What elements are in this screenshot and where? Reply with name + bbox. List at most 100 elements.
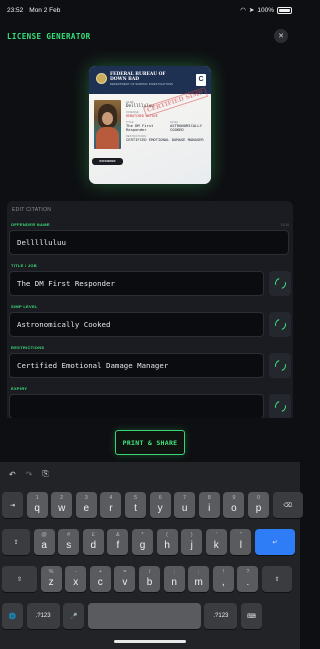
key-r[interactable]: 4r (100, 492, 122, 518)
keyboard-row-2: ⇪ @ a # s £ d & f * g(h) j ' k " l ↵ (2, 529, 298, 555)
key-label: b (146, 577, 153, 588)
numbers-key[interactable]: .?123 (204, 603, 238, 629)
key-c[interactable]: + c (89, 566, 111, 592)
title-job-field: TITLE / JOB The DM First Responder (9, 262, 293, 296)
keyboard-row-3: ⇧% z - x + c = v / b; n: m!,?. ⇧ (2, 566, 298, 592)
restrictions-refresh-button[interactable] (269, 353, 291, 378)
key-o[interactable]: 9o (223, 492, 245, 518)
refresh-icon (272, 357, 288, 374)
caps-lock-key[interactable]: ⇪ (2, 529, 30, 555)
expiry-label: EXPIRY (11, 386, 28, 391)
offender-photo (94, 100, 121, 149)
key-f[interactable]: & f (107, 529, 129, 555)
expiry-refresh-button[interactable] (269, 394, 291, 418)
keyboard-toolbar: ↶ ↷ ⎘ (0, 462, 300, 486)
panel-title: EDIT CITATION (12, 207, 52, 213)
space-key[interactable] (87, 603, 201, 629)
key-label: e (83, 503, 90, 514)
return-key[interactable]: ↵ (255, 529, 295, 555)
key-label: . (246, 577, 250, 588)
key-,[interactable]: !, (212, 566, 234, 592)
title-refresh-button[interactable] (269, 271, 291, 296)
tab-key[interactable]: ⇥ (2, 492, 23, 518)
simp-level-refresh-button[interactable] (269, 312, 291, 337)
key-sub-label: 1 (35, 495, 39, 501)
title-job-input[interactable]: The DM First Responder (9, 271, 264, 296)
card-body: OFFENDER NAME Dellllluluu OFFENSE REMATC… (89, 87, 211, 184)
restrictions-field: RESTRICTIONS Certified Emotional Damage … (9, 344, 293, 378)
status-date: Mon 2 Feb (29, 6, 61, 14)
key-n[interactable]: ; n (163, 566, 185, 592)
paste-icon[interactable]: ⎘ (42, 469, 48, 479)
close-button[interactable]: ✕ (274, 29, 288, 43)
key-sub-label: ? (246, 569, 250, 575)
key-w[interactable]: 2w (51, 492, 73, 518)
key-d[interactable]: £ d (82, 529, 104, 555)
key-j[interactable]: ) j (181, 529, 203, 555)
key-label: m (194, 577, 203, 588)
key-sub-label: ! (222, 569, 225, 575)
key-label: p (255, 503, 262, 514)
key-label: n (171, 577, 177, 588)
offender-name-counter: 11/18 (280, 223, 289, 227)
key-y[interactable]: 6y (149, 492, 171, 518)
key-p[interactable]: 0p (248, 492, 269, 518)
hide-keyboard-key[interactable]: ⌨ (241, 603, 262, 629)
key-u[interactable]: 7u (174, 492, 196, 518)
restrictions-input[interactable]: Certified Emotional Damage Manager (9, 353, 264, 378)
key-x[interactable]: -x (65, 566, 87, 592)
key-z[interactable]: % z (40, 566, 62, 592)
license-card: FEDERAL BUREAU OF DOWN BAD DEPARTMENT OF… (89, 66, 211, 184)
key-g[interactable]: * g (132, 529, 153, 555)
key-q[interactable]: 1q (26, 492, 48, 518)
shift-key[interactable]: ⇧ (262, 566, 292, 592)
print-share-button[interactable]: PRINT & SHARE (115, 430, 185, 455)
key-label: o (231, 503, 237, 514)
key-label: k (213, 540, 219, 551)
key-label: x (73, 577, 79, 588)
key-sub-label: 5 (133, 495, 138, 501)
key-h[interactable]: (h (156, 529, 178, 555)
key-sub-label: % (48, 569, 54, 575)
key-label: , (221, 577, 225, 588)
offender-name-input[interactable]: Dellllluluu (9, 230, 289, 255)
offender-name-field: OFFENDER NAME 11/18 Dellllluluu (9, 221, 293, 255)
keyboard-row-4: 🌐 .?123 🎤 .?123 ⌨ (2, 603, 298, 629)
card-title: The DM First Responder (126, 122, 154, 133)
key-a[interactable]: @ a (33, 529, 55, 555)
key-t[interactable]: 5t (125, 492, 146, 518)
key-label: y (157, 503, 163, 514)
key-sub-label: + (98, 569, 102, 575)
key-i[interactable]: 8i (198, 492, 220, 518)
redo-icon[interactable]: ↷ (26, 470, 33, 479)
key-s[interactable]: # s (58, 529, 80, 555)
globe-key[interactable]: 🌐 (2, 603, 23, 629)
key-e[interactable]: 3e (75, 492, 97, 518)
key-.[interactable]: ?. (237, 566, 259, 592)
key-sub-label: " (239, 532, 242, 538)
backspace-key[interactable]: ⌫ (272, 492, 303, 518)
key-k[interactable]: ' k (205, 529, 227, 555)
location-icon: ➤ (248, 7, 255, 14)
card-bureau: FEDERAL BUREAU OF DOWN BAD (110, 72, 166, 82)
key-label: l (239, 540, 242, 551)
key-v[interactable]: = v (114, 566, 136, 592)
numbers-key[interactable]: .?123 (26, 603, 60, 629)
simp-level-input[interactable]: Astronomically Cooked (9, 312, 264, 337)
dictation-key[interactable]: 🎤 (63, 603, 85, 629)
key-label: j (190, 540, 193, 551)
undo-icon[interactable]: ↶ (9, 470, 16, 479)
keyboard: ↶ ↷ ⎘ ⇥ 1 q 2 w 3 e 4 r 5 t 6 y 7 u 8 i 9 o 0 p ⌫ ⇪ @ a # s £ d & f * g(… (0, 462, 303, 649)
key-sub-label: / (148, 569, 151, 575)
key-sub-label: £ (91, 532, 95, 538)
key-b[interactable]: / b (139, 566, 160, 592)
key-sub-label: ; (173, 569, 175, 575)
key-m[interactable]: :m (188, 566, 210, 592)
expiry-input[interactable] (9, 394, 264, 418)
card-offense: REMATCHED OCTAVE (126, 113, 158, 118)
shift-key[interactable]: ⇧ (2, 566, 37, 592)
key-label: s (66, 540, 72, 551)
key-l[interactable]: " l (230, 529, 252, 555)
expiry-field: EXPIRY (9, 385, 293, 418)
key-sub-label: : (197, 569, 200, 575)
